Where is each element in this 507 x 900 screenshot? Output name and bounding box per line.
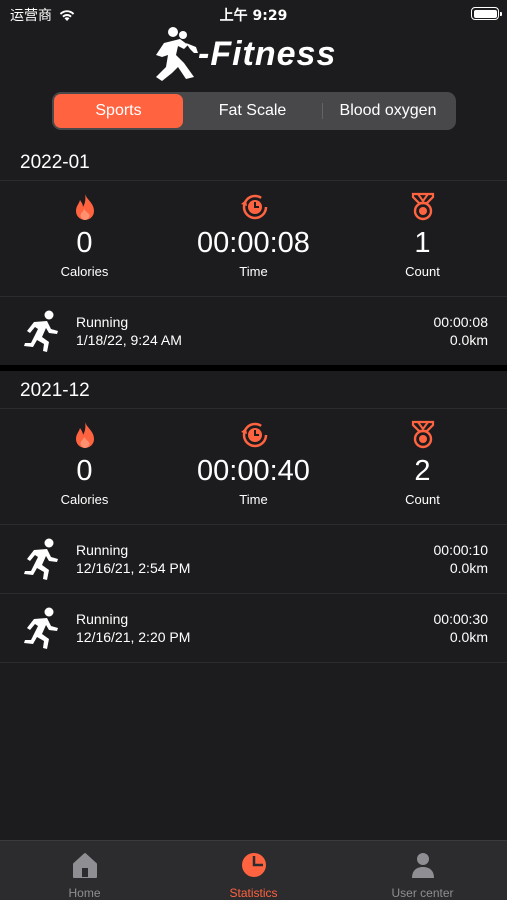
time-stat: 00:00:40 Time xyxy=(169,420,338,507)
flame-icon xyxy=(75,194,94,220)
running-icon xyxy=(24,538,58,580)
runner-logo-icon xyxy=(156,27,198,81)
tab-home-label: Home xyxy=(68,886,101,900)
segment-sports[interactable]: Sports xyxy=(54,94,183,128)
medal-icon xyxy=(411,420,434,449)
month-stats: 0 Calories 00:00:08 Time 1 Count xyxy=(0,192,507,292)
tab-statistics[interactable]: Statistics xyxy=(169,841,338,900)
calories-stat: 0 Calories xyxy=(0,192,169,279)
status-time: 上午 9:29 xyxy=(219,8,288,24)
running-icon xyxy=(24,310,58,352)
time-value: 00:00:08 xyxy=(197,227,310,259)
month-header: 2021-12 xyxy=(0,372,507,408)
calories-value: 0 xyxy=(76,455,93,487)
time-label: Time xyxy=(239,264,268,279)
battery-icon xyxy=(471,7,502,20)
count-value: 1 xyxy=(414,227,431,259)
workout-name: Running xyxy=(76,611,129,627)
workout-distance: 0.0km xyxy=(449,332,488,348)
timer-icon xyxy=(240,194,267,220)
workout-record[interactable]: Running 12/16/21, 2:20 PM 00:00:30 0.0km xyxy=(0,594,507,662)
count-label: Count xyxy=(405,492,440,507)
month-title: 2021-12 xyxy=(20,380,90,401)
workout-name: Running xyxy=(76,314,129,330)
workout-distance: 0.0km xyxy=(449,560,488,576)
workout-duration: 00:00:10 xyxy=(433,542,489,558)
workout-distance: 0.0km xyxy=(449,629,488,645)
workout-record[interactable]: Running 1/18/22, 9:24 AM 00:00:08 0.0km xyxy=(0,297,507,365)
workout-duration: 00:00:08 xyxy=(433,314,489,330)
workout-date: 12/16/21, 2:54 PM xyxy=(76,560,191,576)
time-stat: 00:00:08 Time xyxy=(169,192,338,279)
home-icon xyxy=(72,852,97,878)
segment-blood-oxygen[interactable]: Blood oxygen xyxy=(322,94,454,128)
time-label: Time xyxy=(239,492,268,507)
calories-stat: 0 Calories xyxy=(0,420,169,507)
medal-icon xyxy=(411,192,434,221)
tab-statistics-label: Statistics xyxy=(229,886,278,900)
tab-user-center[interactable]: User center xyxy=(338,841,507,900)
month-title: 2022-01 xyxy=(20,152,90,173)
app-logo: -Fitness xyxy=(150,24,360,84)
tab-user-center-label: User center xyxy=(391,886,454,900)
month-header: 2022-01 xyxy=(0,144,507,180)
count-stat: 2 Count xyxy=(338,420,507,507)
tab-bar: Home Statistics User center xyxy=(0,840,507,900)
month-stats: 0 Calories 00:00:40 Time 2 Count xyxy=(0,420,507,520)
count-label: Count xyxy=(405,264,440,279)
flame-icon xyxy=(75,422,94,448)
pie-chart-icon xyxy=(241,852,266,877)
segment-fat-scale[interactable]: Fat Scale xyxy=(183,94,322,128)
workout-duration: 00:00:30 xyxy=(433,611,489,627)
timer-icon xyxy=(240,422,267,448)
count-value: 2 xyxy=(414,455,431,487)
category-segmented-control: Sports Fat Scale Blood oxygen xyxy=(52,92,456,130)
calories-label: Calories xyxy=(60,492,109,507)
calories-value: 0 xyxy=(76,227,93,259)
workout-name: Running xyxy=(76,542,129,558)
count-stat: 1 Count xyxy=(338,192,507,279)
workout-date: 1/18/22, 9:24 AM xyxy=(76,332,182,348)
tab-home[interactable]: Home xyxy=(0,841,169,900)
running-icon xyxy=(24,607,58,649)
logo-text: -Fitness xyxy=(198,34,337,73)
divider xyxy=(0,180,507,181)
divider xyxy=(0,408,507,409)
workout-date: 12/16/21, 2:20 PM xyxy=(76,629,191,645)
divider xyxy=(0,662,507,663)
calories-label: Calories xyxy=(60,264,109,279)
user-icon xyxy=(411,852,434,878)
time-value: 00:00:40 xyxy=(197,455,310,487)
section-separator xyxy=(0,365,507,371)
workout-record[interactable]: Running 12/16/21, 2:54 PM 00:00:10 0.0km xyxy=(0,525,507,593)
